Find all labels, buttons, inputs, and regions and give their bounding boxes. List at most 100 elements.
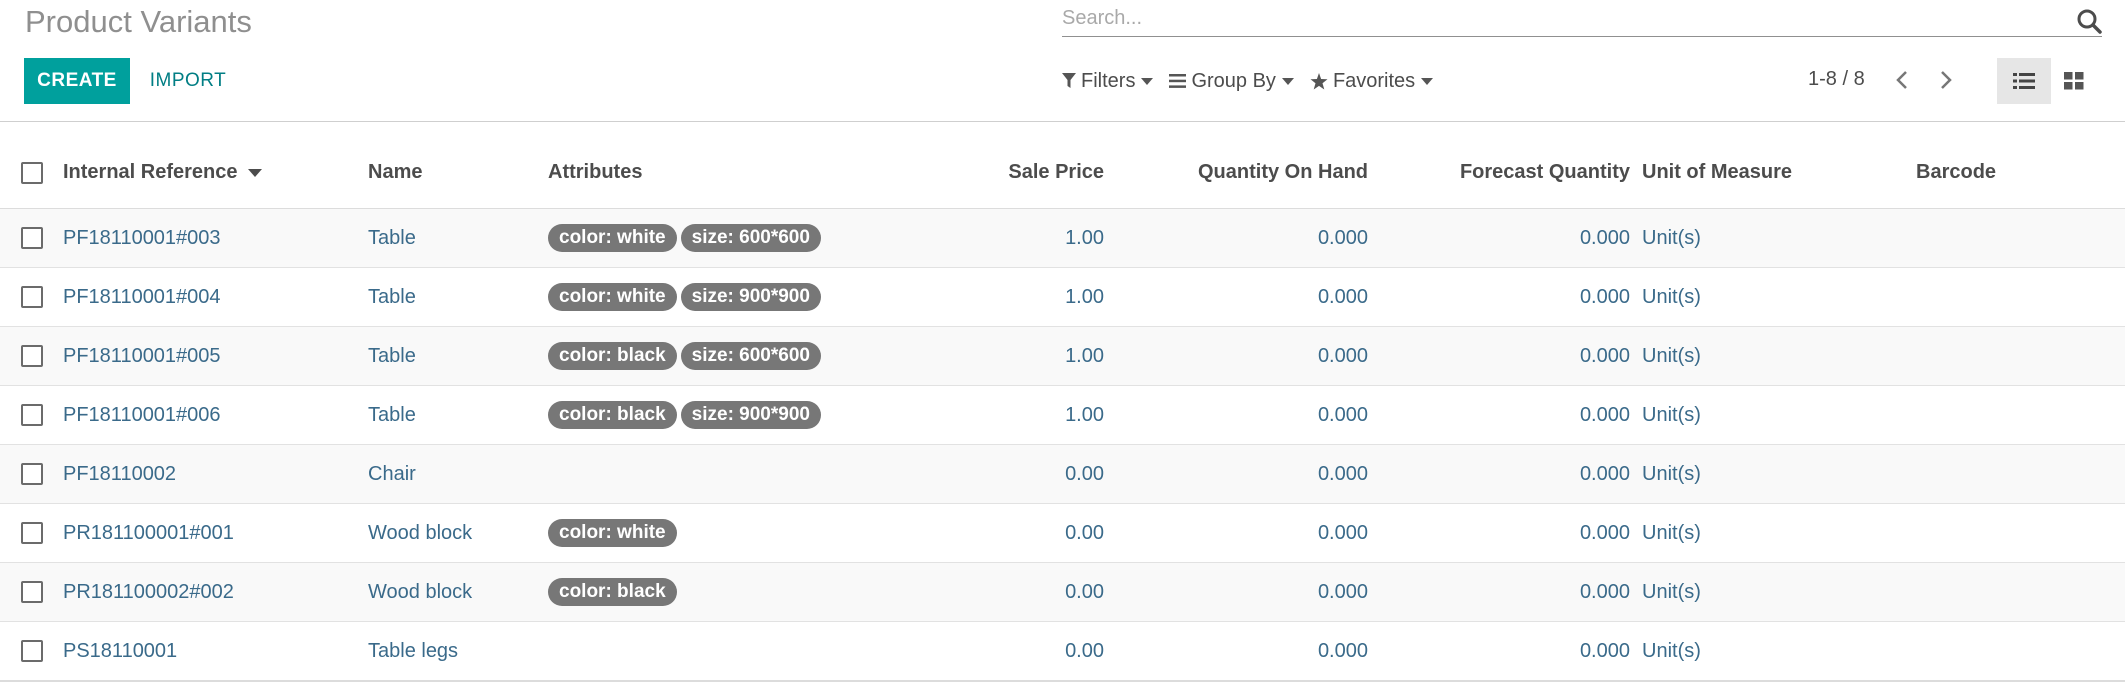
kanban-view-button[interactable] xyxy=(2051,58,2097,104)
internal-reference-cell: PF18110002 xyxy=(63,444,368,504)
column-header-unit-of-measure[interactable]: Unit of Measure xyxy=(1642,137,1916,209)
forecast-quantity-cell: 0.000 xyxy=(1378,503,1642,563)
row-select-cell xyxy=(0,326,63,386)
search-icon[interactable] xyxy=(2076,8,2102,34)
search-options: Filters Group By Favorites xyxy=(1062,68,1449,94)
forecast-quantity-cell: 0.000 xyxy=(1378,621,1642,682)
pager-value[interactable]: 1-8 / 8 xyxy=(1808,68,1865,91)
attributes-cell: color: black xyxy=(548,562,911,622)
group-by-icon xyxy=(1169,74,1187,88)
attributes-cell: color: white size: 900*900 xyxy=(548,267,911,327)
row-select-cell xyxy=(0,444,63,504)
row-checkbox[interactable] xyxy=(20,581,43,604)
unit-of-measure-cell: Unit(s) xyxy=(1642,503,1916,563)
internal-reference-cell: PF18110001#003 xyxy=(63,208,368,268)
name-cell: Table xyxy=(368,208,548,268)
row-checkbox[interactable] xyxy=(20,640,43,663)
chevron-down-icon xyxy=(1421,77,1434,85)
internal-reference-cell: PR181100002#002 xyxy=(63,562,368,622)
table-row[interactable]: PR181100002#002 Wood block color: black 0.0… xyxy=(0,562,2125,622)
attributes-cell: color: white xyxy=(548,503,911,563)
create-button[interactable]: CREATE xyxy=(24,58,130,104)
column-header-internal-reference[interactable]: Internal Reference xyxy=(63,137,368,209)
sale-price-cell: 1.00 xyxy=(911,267,1114,327)
import-button[interactable]: IMPORT xyxy=(140,58,236,104)
name-cell: Table xyxy=(368,267,548,327)
quantity-on-hand-cell: 0.000 xyxy=(1114,326,1378,386)
pager-next-button[interactable] xyxy=(1932,66,1960,94)
forecast-quantity-cell: 0.000 xyxy=(1378,562,1642,622)
attribute-tag: color: white xyxy=(548,224,677,252)
quantity-on-hand-cell: 0.000 xyxy=(1114,503,1378,563)
unit-of-measure-cell: Unit(s) xyxy=(1642,621,1916,682)
row-checkbox[interactable] xyxy=(20,522,43,545)
table-row[interactable]: PR181100001#001 Wood block color: white 0.0… xyxy=(0,503,2125,563)
attribute-tag: size: 900*900 xyxy=(680,401,821,429)
list-view-button[interactable] xyxy=(1997,58,2051,104)
filters-dropdown[interactable]: Filters xyxy=(1062,69,1154,93)
favorites-dropdown[interactable]: Favorites xyxy=(1310,70,1434,93)
attribute-tag: size: 900*900 xyxy=(680,283,821,311)
chevron-down-icon xyxy=(1281,77,1294,85)
barcode-cell xyxy=(1916,562,2125,622)
unit-of-measure-cell: Unit(s) xyxy=(1642,326,1916,386)
filters-label: Filters xyxy=(1081,69,1136,92)
row-select-cell xyxy=(0,385,63,445)
table-row[interactable]: PS18110001 Table legs 0.00 0.000 0.000 Unit(s… xyxy=(0,621,2125,682)
search-box xyxy=(1062,2,2102,37)
column-header-sale-price[interactable]: Sale Price xyxy=(911,137,1114,209)
quantity-on-hand-cell: 0.000 xyxy=(1114,267,1378,327)
forecast-quantity-cell: 0.000 xyxy=(1378,444,1642,504)
product-variants-table: Internal Reference Name Attributes Sale … xyxy=(0,137,2125,682)
barcode-cell xyxy=(1916,208,2125,268)
table-row[interactable]: PF18110001#003 Table color: white size: 600… xyxy=(0,208,2125,268)
attribute-tag: color: black xyxy=(548,342,677,370)
group-by-dropdown[interactable]: Group By xyxy=(1169,69,1294,93)
chevron-down-icon xyxy=(1141,77,1154,85)
chevron-left-icon xyxy=(1896,71,1907,89)
name-cell: Wood block xyxy=(368,562,548,622)
search-input[interactable] xyxy=(1062,2,2042,34)
column-header-forecast-quantity[interactable]: Forecast Quantity xyxy=(1378,137,1642,209)
table-header-row: Internal Reference Name Attributes Sale … xyxy=(0,137,2125,209)
column-header-name[interactable]: Name xyxy=(368,137,548,209)
column-header-quantity-on-hand[interactable]: Quantity On Hand xyxy=(1114,137,1378,209)
table-row[interactable]: PF18110002 Chair 0.00 0.000 0.000 Unit(s) xyxy=(0,444,2125,504)
name-cell: Table xyxy=(368,326,548,386)
attribute-tag: size: 600*600 xyxy=(680,224,821,252)
internal-reference-cell: PR181100001#001 xyxy=(63,503,368,563)
row-checkbox[interactable] xyxy=(20,345,43,368)
quantity-on-hand-cell: 0.000 xyxy=(1114,385,1378,445)
quantity-on-hand-cell: 0.000 xyxy=(1114,208,1378,268)
row-checkbox[interactable] xyxy=(20,227,43,250)
sale-price-cell: 1.00 xyxy=(911,385,1114,445)
select-all-cell xyxy=(0,137,63,209)
attributes-cell: color: white size: 600*600 xyxy=(548,208,911,268)
unit-of-measure-cell: Unit(s) xyxy=(1642,562,1916,622)
table-row[interactable]: PF18110001#004 Table color: white size: 900… xyxy=(0,267,2125,327)
select-all-checkbox[interactable] xyxy=(20,161,43,184)
attributes-cell: color: black size: 900*900 xyxy=(548,385,911,445)
forecast-quantity-cell: 0.000 xyxy=(1378,385,1642,445)
forecast-quantity-cell: 0.000 xyxy=(1378,267,1642,327)
name-cell: Table xyxy=(368,385,548,445)
row-checkbox[interactable] xyxy=(20,463,43,486)
table-row[interactable]: PF18110001#005 Table color: black size: 600… xyxy=(0,326,2125,386)
barcode-cell xyxy=(1916,267,2125,327)
barcode-cell xyxy=(1916,326,2125,386)
row-checkbox[interactable] xyxy=(20,404,43,427)
pager-previous-button[interactable] xyxy=(1888,66,1916,94)
row-select-cell xyxy=(0,208,63,268)
column-header-barcode[interactable]: Barcode xyxy=(1916,137,2125,209)
quantity-on-hand-cell: 0.000 xyxy=(1114,444,1378,504)
sale-price-cell: 0.00 xyxy=(911,444,1114,504)
group-by-label: Group By xyxy=(1191,69,1276,92)
row-checkbox[interactable] xyxy=(20,286,43,309)
attributes-cell: color: black size: 600*600 xyxy=(548,326,911,386)
barcode-cell xyxy=(1916,621,2125,682)
barcode-cell xyxy=(1916,444,2125,504)
column-header-attributes[interactable]: Attributes xyxy=(548,137,911,209)
table-row[interactable]: PF18110001#006 Table color: black size: 900… xyxy=(0,385,2125,445)
name-cell: Chair xyxy=(368,444,548,504)
barcode-cell xyxy=(1916,385,2125,445)
